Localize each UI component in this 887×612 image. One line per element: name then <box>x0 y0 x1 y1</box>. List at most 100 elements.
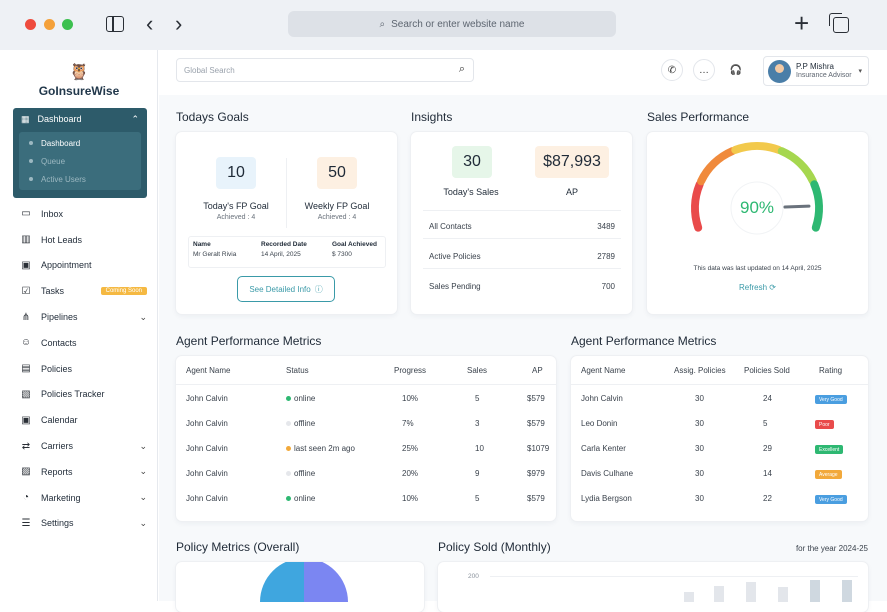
rating-badge: Average <box>815 470 842 479</box>
column-header: Status <box>286 366 309 375</box>
submenu-item-queue[interactable]: Queue <box>19 152 141 170</box>
status-text: last seen 2m ago <box>294 444 355 453</box>
sidebar-item-tasks[interactable]: ☑ Tasks Coming Soon <box>19 278 147 304</box>
status-dot-icon <box>286 496 291 502</box>
table-cell: $ 7300 <box>332 251 352 258</box>
sidebar-item-policies[interactable]: ▤ Policies <box>19 356 147 382</box>
agent-rating-table: Agent Name Assig. Policies Policies Sold… <box>571 356 868 521</box>
new-tab-button[interactable]: + <box>794 10 809 36</box>
headset-icon[interactable]: 🎧 <box>725 59 747 81</box>
sidebar-item-dashboard[interactable]: ▦ Dashboard ⌃ <box>13 108 147 130</box>
back-arrow-icon[interactable]: ‹ <box>146 10 153 38</box>
coming-soon-badge: Coming Soon <box>100 287 147 296</box>
see-detailed-info-button[interactable]: See Detailed Info ⓘ <box>237 276 335 302</box>
table-cell: 30 <box>695 394 704 403</box>
status-text: offline <box>294 469 316 478</box>
gauge-segment <box>777 147 817 186</box>
agent-metrics-table: Agent Name Status Progress Sales AP John… <box>176 356 556 521</box>
divider <box>176 384 556 385</box>
table-cell: 30 <box>695 469 704 478</box>
global-search-input[interactable]: Global Search ⌕ <box>176 58 474 82</box>
todays-sales-label: Today's Sales <box>443 187 499 197</box>
sidebar-item-policies-tracker[interactable]: ▧ Policies Tracker <box>19 382 147 408</box>
gauge-segment <box>697 147 737 186</box>
rating-badge: Poor <box>815 420 834 429</box>
carrier-icon: ⇄ <box>21 440 31 452</box>
bar <box>778 587 788 602</box>
policy-pie-chart <box>260 562 348 602</box>
table-cell: Carla Kenter <box>581 444 626 453</box>
address-bar[interactable]: ⌕ Search or enter website name <box>288 11 616 37</box>
insight-label: Sales Pending <box>429 282 481 291</box>
refresh-label: Refresh <box>739 283 768 292</box>
tabs-overview-icon[interactable] <box>829 13 849 33</box>
table-cell: 5 <box>475 394 480 403</box>
todays-goals-card: 10 Today's FP Goal Achieved : 4 50 Weekl… <box>176 132 397 314</box>
sidebar-item-marketing[interactable]: ◔ Marketing ⌄ <box>19 485 147 511</box>
app-logo[interactable]: 🦉 GoInsureWise <box>0 62 158 98</box>
status-dot-icon <box>286 446 291 452</box>
sidebar-item-inbox[interactable]: ▭ Inbox <box>19 201 147 227</box>
gauge-segment <box>810 180 823 232</box>
status-dot-icon <box>286 396 291 402</box>
sidebar-item-carriers[interactable]: ⇄ Carriers ⌄ <box>19 433 147 459</box>
table-header: Recorded Date <box>261 241 307 248</box>
pipeline-icon: ⋔ <box>21 311 31 323</box>
status-badge: online <box>286 494 315 503</box>
sidebar-item-calendar[interactable]: ▣ Calendar <box>19 407 147 433</box>
forward-arrow-icon[interactable]: › <box>175 10 182 38</box>
status-dot-icon <box>286 471 291 477</box>
sidebar: 🦉 GoInsureWise ▦ Dashboard ⌃ Dashboard Q… <box>0 50 158 601</box>
fp-goal-label: Today's FP Goal <box>203 201 269 211</box>
table-cell: 14 <box>763 469 772 478</box>
sidebar-item-contacts[interactable]: ☺ Contacts <box>19 330 147 356</box>
submenu-item-active-users[interactable]: Active Users <box>19 170 141 188</box>
sales-performance-card: 90% This data was last updated on 14 Apr… <box>647 132 868 314</box>
chevron-down-icon: ⌄ <box>139 492 147 503</box>
user-profile-menu[interactable]: P.P Mishra Insurance Advisor ▾ <box>763 56 869 86</box>
minimize-window-button[interactable] <box>44 19 55 30</box>
calendar-icon: ▣ <box>21 259 31 271</box>
table-cell: 10% <box>402 494 419 503</box>
policy-sold-period: for the year 2024-25 <box>795 544 868 553</box>
sidebar-toggle-icon[interactable] <box>106 16 124 32</box>
table-cell: 5 <box>763 419 768 428</box>
table-cell: $579 <box>527 419 545 428</box>
policy-sold-title: Policy Sold (Monthly) <box>438 540 551 554</box>
chevron-down-icon: ⌄ <box>139 440 147 451</box>
contacts-icon: ☺ <box>20 337 32 349</box>
sidebar-item-hot-leads[interactable]: ▥ Hot Leads <box>19 227 147 253</box>
sidebar-item-reports[interactable]: ▨ Reports ⌄ <box>19 459 147 485</box>
inbox-icon: ▭ <box>21 208 31 220</box>
maximize-window-button[interactable] <box>62 19 73 30</box>
insights-card: 30 Today's Sales $87,993 AP All Contacts… <box>411 132 632 314</box>
search-icon[interactable]: ⌕ <box>459 63 465 76</box>
reports-icon: ▨ <box>21 466 31 478</box>
pie-slice <box>304 562 348 602</box>
table-cell: $579 <box>527 394 545 403</box>
sales-gauge <box>691 142 823 235</box>
table-cell: Lydia Bergson <box>581 494 632 503</box>
insight-value: 2789 <box>597 252 615 261</box>
weekly-goal-value: 50 <box>317 157 357 189</box>
table-header: Name <box>193 241 211 248</box>
chat-icon[interactable]: … <box>693 59 715 81</box>
refresh-button[interactable]: Refresh ⟳ <box>647 283 868 292</box>
gauge-segment <box>691 180 704 232</box>
sidebar-item-appointment[interactable]: ▣ Appointment <box>19 253 147 279</box>
sidebar-item-pipelines[interactable]: ⋔ Pipelines ⌄ <box>19 304 147 330</box>
policy-metrics-title: Policy Metrics (Overall) <box>176 540 300 554</box>
column-header: Rating <box>819 366 843 375</box>
ap-value: $87,993 <box>535 146 609 178</box>
phone-icon[interactable]: ✆ <box>661 59 683 81</box>
table-cell: 30 <box>695 444 704 453</box>
table-cell: 25% <box>402 444 419 453</box>
app-name: GoInsureWise <box>38 84 120 98</box>
divider <box>423 268 621 269</box>
column-header: Assig. Policies <box>674 366 726 375</box>
sidebar-item-settings[interactable]: ☰ Settings ⌄ <box>19 511 147 537</box>
submenu-item-dashboard[interactable]: Dashboard <box>19 134 141 152</box>
address-bar-placeholder: Search or enter website name <box>391 18 525 30</box>
close-window-button[interactable] <box>25 19 36 30</box>
status-text: offline <box>294 419 316 428</box>
